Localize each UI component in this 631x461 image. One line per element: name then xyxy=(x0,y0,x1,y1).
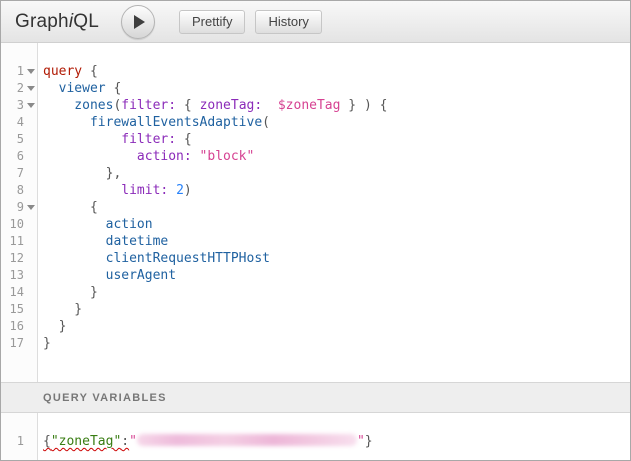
code-token: } xyxy=(43,302,82,317)
code-line[interactable]: query { xyxy=(43,63,630,80)
fold-arrow-icon[interactable] xyxy=(27,86,35,91)
variables-editor-code[interactable]: {"zoneTag":""} xyxy=(38,413,630,460)
code-token: viewer xyxy=(43,81,106,96)
query-editor-gutter: 1234567891011121314151617 xyxy=(1,43,38,382)
code-line[interactable]: { xyxy=(43,199,630,216)
code-line[interactable]: } xyxy=(43,335,630,352)
code-token: filter: xyxy=(43,132,176,147)
code-token: : xyxy=(121,434,129,449)
code-token: action: xyxy=(43,149,192,164)
code-line[interactable]: } xyxy=(43,301,630,318)
code-line[interactable]: } xyxy=(43,284,630,301)
line-number: 13 xyxy=(1,267,24,284)
code-token: "block" xyxy=(200,149,255,164)
line-number: 7 xyxy=(1,165,24,182)
code-token: datetime xyxy=(43,234,168,249)
code-token: 2 xyxy=(176,183,184,198)
code-token: { xyxy=(106,81,122,96)
code-token: { xyxy=(43,434,51,449)
query-variables-title-bar[interactable]: QUERY VARIABLES xyxy=(1,382,630,413)
line-number: 5 xyxy=(1,131,24,148)
line-number: 16 xyxy=(1,318,24,335)
code-token: limit: xyxy=(43,183,168,198)
code-token: } xyxy=(365,434,373,449)
line-number: 15 xyxy=(1,301,24,318)
query-editor-code[interactable]: query { viewer { zones(filter: { zoneTag… xyxy=(38,43,630,382)
code-token: } xyxy=(43,285,98,300)
line-number: 8 xyxy=(1,182,24,199)
prettify-button[interactable]: Prettify xyxy=(179,10,245,34)
code-line[interactable]: viewer { xyxy=(43,80,630,97)
fold-arrow-icon[interactable] xyxy=(27,103,35,108)
code-line[interactable]: filter: { xyxy=(43,131,630,148)
code-token: { xyxy=(176,132,192,147)
code-token: firewallEventsAdaptive xyxy=(43,115,262,130)
execute-query-button[interactable] xyxy=(121,5,155,39)
code-token: ( xyxy=(262,115,270,130)
code-token: zoneTag: xyxy=(200,98,263,113)
fold-arrow-icon[interactable] xyxy=(27,69,35,74)
line-number: 14 xyxy=(1,284,24,301)
query-editor[interactable]: 1234567891011121314151617 query { viewer… xyxy=(1,43,630,382)
code-token: ) xyxy=(184,183,192,198)
code-line[interactable]: } xyxy=(43,318,630,335)
fold-arrow-icon[interactable] xyxy=(27,205,35,210)
code-line[interactable]: {"zoneTag":""} xyxy=(43,433,630,450)
code-token: } ) { xyxy=(340,98,387,113)
code-token: query xyxy=(43,64,82,79)
code-line[interactable]: action: "block" xyxy=(43,148,630,165)
code-line[interactable]: action xyxy=(43,216,630,233)
code-token xyxy=(192,149,200,164)
code-line[interactable]: }, xyxy=(43,165,630,182)
graphiql-window: GraphiQL Prettify History 12345678910111… xyxy=(0,0,631,461)
code-line[interactable]: limit: 2) xyxy=(43,182,630,199)
code-token: } xyxy=(43,319,66,334)
code-token: { xyxy=(176,98,199,113)
code-token: " xyxy=(357,434,365,449)
line-number: 10 xyxy=(1,216,24,233)
line-number: 9 xyxy=(1,199,24,216)
code-token: filter: xyxy=(121,98,176,113)
play-icon xyxy=(134,15,145,29)
code-token: clientRequestHTTPHost xyxy=(43,251,270,266)
code-line[interactable]: userAgent xyxy=(43,267,630,284)
code-token: zones xyxy=(43,98,113,113)
variables-editor[interactable]: 1 {"zoneTag":""} xyxy=(1,413,630,460)
code-line[interactable]: datetime xyxy=(43,233,630,250)
code-line[interactable]: firewallEventsAdaptive( xyxy=(43,114,630,131)
query-variables-title: QUERY VARIABLES xyxy=(43,392,167,404)
code-token: action xyxy=(43,217,153,232)
code-token xyxy=(168,183,176,198)
line-number: 17 xyxy=(1,335,24,352)
graphiql-logo: GraphiQL xyxy=(15,11,99,33)
line-number: 4 xyxy=(1,114,24,131)
code-line[interactable]: clientRequestHTTPHost xyxy=(43,250,630,267)
line-number: 3 xyxy=(1,97,24,114)
line-number: 11 xyxy=(1,233,24,250)
code-token: userAgent xyxy=(43,268,176,283)
code-token: } xyxy=(43,336,51,351)
variables-editor-gutter: 1 xyxy=(1,413,38,460)
redacted-zone-tag-value xyxy=(137,434,357,446)
line-number: 1 xyxy=(1,63,24,80)
line-number: 2 xyxy=(1,80,24,97)
history-button[interactable]: History xyxy=(255,10,321,34)
line-number: 12 xyxy=(1,250,24,267)
code-line[interactable]: zones(filter: { zoneTag: $zoneTag } ) { xyxy=(43,97,630,114)
code-token xyxy=(262,98,278,113)
code-token: " xyxy=(129,434,137,449)
code-token: }, xyxy=(43,166,121,181)
code-token: $zoneTag xyxy=(278,98,341,113)
code-token: { xyxy=(43,200,98,215)
line-number: 6 xyxy=(1,148,24,165)
code-token: { xyxy=(82,64,98,79)
line-number: 1 xyxy=(1,433,24,450)
toolbar: GraphiQL Prettify History xyxy=(1,1,630,43)
code-token: "zoneTag" xyxy=(51,434,121,449)
